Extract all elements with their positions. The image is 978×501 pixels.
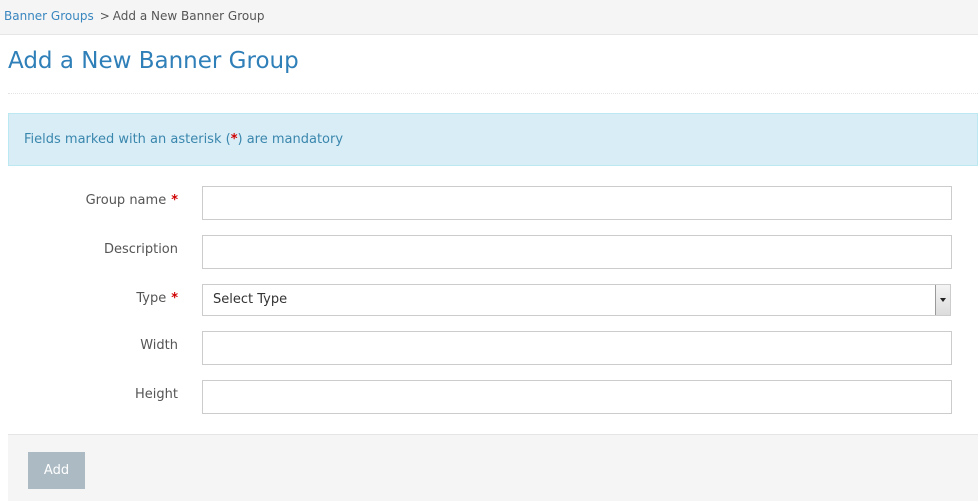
type-select-value: Select Type	[213, 292, 288, 307]
breadcrumb-separator: >	[99, 9, 110, 23]
form-row-width: Width	[0, 331, 978, 365]
title-divider	[8, 93, 978, 94]
dropdown-arrow-icon[interactable]	[935, 285, 950, 315]
form-row-description: Description	[0, 235, 978, 269]
height-label: Height	[135, 380, 178, 412]
form-row-group-name: Group name *	[0, 186, 978, 220]
breadcrumb-current: Add a New Banner Group	[112, 9, 265, 23]
type-label-text: Type	[136, 291, 167, 306]
form-row-type: Type * Select Type	[0, 284, 978, 318]
breadcrumb-link-banner-groups[interactable]: Banner Groups	[4, 9, 94, 23]
description-label: Description	[104, 235, 178, 267]
page-title: Add a New Banner Group	[8, 48, 299, 74]
group-name-label: Group name *	[86, 186, 178, 218]
height-label-text: Height	[135, 387, 178, 402]
type-label: Type *	[136, 284, 178, 316]
description-label-text: Description	[103, 242, 178, 257]
width-input[interactable]	[202, 331, 952, 365]
type-required-star: *	[171, 291, 178, 306]
add-button[interactable]: Add	[28, 452, 85, 489]
notice-prefix: Fields marked with an asterisk (	[24, 132, 231, 147]
notice-required-star: *	[230, 132, 238, 147]
description-input[interactable]	[202, 235, 952, 269]
group-name-label-text: Group name	[85, 193, 167, 208]
form-actions: Add	[8, 434, 978, 501]
height-input[interactable]	[202, 380, 952, 414]
form-row-height: Height	[0, 380, 978, 414]
width-label-text: Width	[140, 338, 178, 353]
group-name-input[interactable]	[202, 186, 952, 220]
group-name-required-star: *	[171, 193, 178, 208]
breadcrumb: Banner Groups > Add a New Banner Group	[0, 0, 978, 35]
type-select[interactable]: Select Type	[202, 284, 951, 316]
notice-suffix: ) are mandatory	[237, 132, 344, 147]
mandatory-fields-notice: Fields marked with an asterisk (*) are m…	[8, 113, 978, 166]
width-label: Width	[140, 331, 178, 363]
